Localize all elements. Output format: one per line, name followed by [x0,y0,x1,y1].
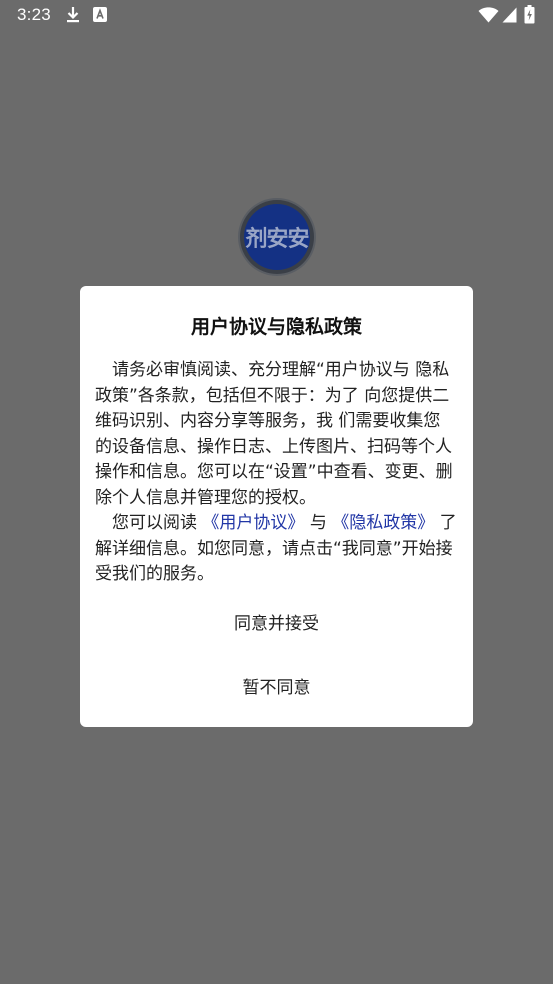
status-time: 3:23 [17,5,51,24]
dialog-paragraph-1-text: 请务必审慎阅读、充分理解“用户协议与 隐私政策”各条款，包括但不限于：为了 向您… [95,360,453,508]
privacy-dialog: 用户协议与隐私政策 请务必审慎阅读、充分理解“用户协议与 隐私政策”各条款，包括… [80,286,473,727]
app-logo-text: 剂安安 [244,204,310,270]
agree-button[interactable]: 同意并接受 [80,599,473,643]
app-logo: 剂安安 [240,200,314,274]
wifi-icon [478,7,499,27]
signal-icon [502,7,517,27]
dialog-body: 请务必审慎阅读、充分理解“用户协议与 隐私政策”各条款，包括但不限于：为了 向您… [95,358,457,588]
dialog-title: 用户协议与隐私政策 [190,316,362,338]
user-agreement-link[interactable]: 《用户协议》 [202,513,304,533]
font-a-icon [93,7,107,26]
dialog-paragraph-2-and: 与 [309,513,327,533]
dialog-paragraph-1: 请务必审慎阅读、充分理解“用户协议与 隐私政策”各条款，包括但不限于：为了 向您… [95,358,457,511]
battery-icon [524,5,535,28]
download-icon [65,6,81,28]
dialog-paragraph-2: 您可以阅读 《用户协议》 与 《隐私政策》 了解详细信息。如您同意，请点击“我同… [95,511,457,588]
privacy-policy-link[interactable]: 《隐私政策》 [332,513,434,533]
disagree-button[interactable]: 暂不同意 [80,663,473,707]
dialog-paragraph-2-prefix: 您可以阅读 [112,513,197,533]
status-bar: 3:23 [0,0,553,30]
